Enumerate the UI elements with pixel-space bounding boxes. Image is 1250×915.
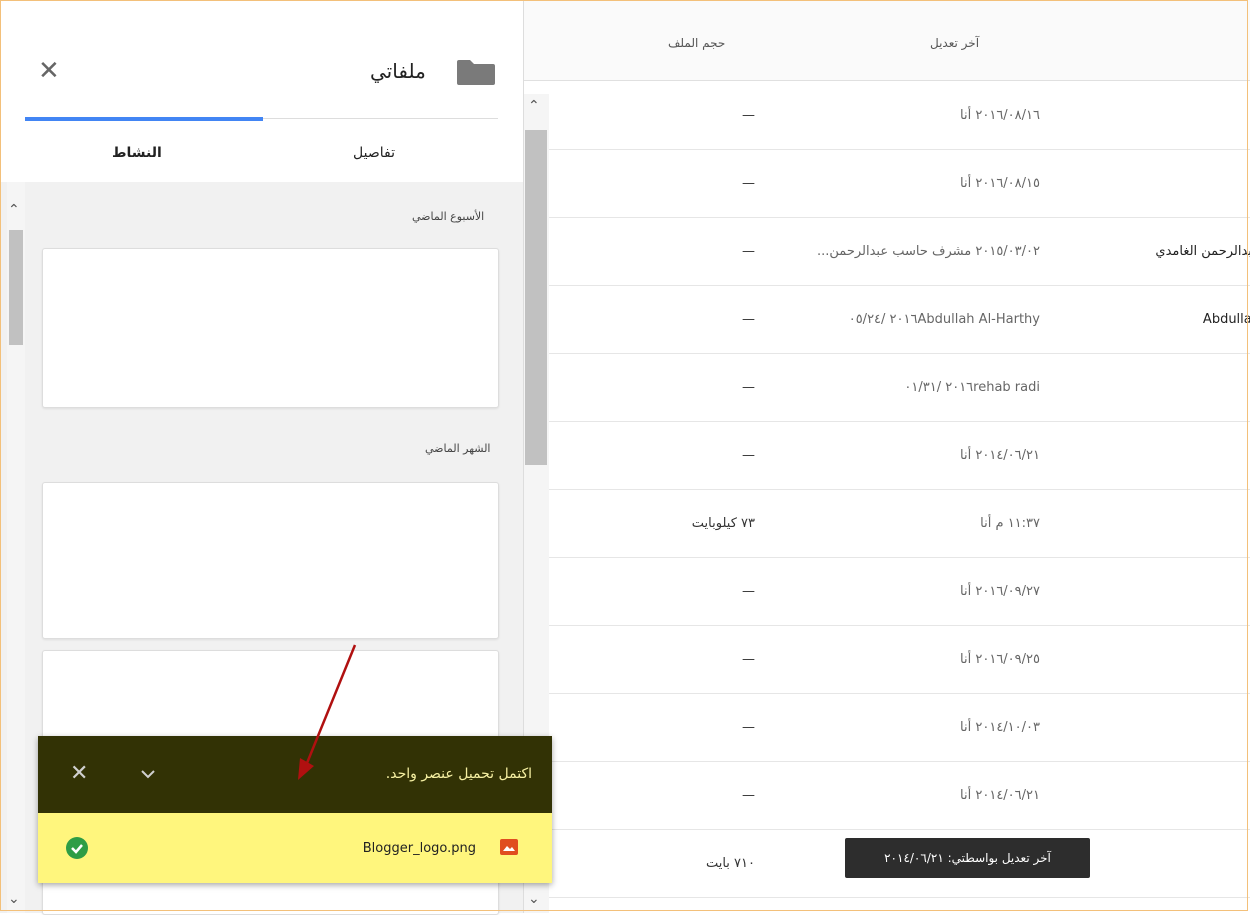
owner-cell: عبدالرحمن الغامدي: [1155, 244, 1250, 259]
file-size-cell: —: [742, 108, 755, 123]
last-modified-cell: ٢٠١٦/٠٨/١٥ أنا: [960, 176, 1040, 191]
section-label-last-week: الأسبوع الماضي: [412, 210, 485, 223]
file-size-cell: —: [742, 176, 755, 191]
scroll-up-icon[interactable]: ⌃: [528, 98, 540, 114]
scroll-down-icon[interactable]: ⌄: [528, 891, 540, 907]
last-modified-cell: ٢٠١٥/٠٣/٠٢ مشرف حاسب عبدالرحمن...: [817, 244, 1040, 259]
table-row[interactable]: ٧٣ كيلوبايت ١١:٣٧ م أنا: [523, 489, 1250, 558]
table-row[interactable]: — ٢٠١٦/٠٨/١٦ أنا: [523, 81, 1250, 150]
tab-activity[interactable]: النشاط: [112, 145, 162, 161]
list-scrollbar-thumb[interactable]: [525, 130, 547, 465]
scroll-up-icon[interactable]: ⌃: [8, 202, 20, 218]
section-label-last-month: الشهر الماضي: [425, 442, 491, 455]
table-row[interactable]: — ٢٠١٥/٠٣/٠٢ مشرف حاسب عبدالرحمن... عبدا…: [523, 217, 1250, 286]
last-modified-cell: ٢٠١٤/١٠/٠٣ أنا: [960, 720, 1040, 735]
file-size-cell: —: [742, 380, 755, 395]
header-file-size[interactable]: حجم الملف: [668, 36, 725, 50]
folder-icon: [457, 60, 495, 85]
table-row[interactable]: — ٢٠١٦rehab radi /٠١/٣١: [523, 353, 1250, 422]
table-row[interactable]: — ٢٠١٦/٠٩/٢٥ أنا: [523, 625, 1250, 694]
file-list: حجم الملف آخر تعديل — ٢٠١٦/٠٨/١٦ أنا — ٢…: [523, 0, 1250, 913]
activity-card[interactable]: [42, 482, 499, 639]
activity-card[interactable]: [42, 248, 499, 408]
table-row[interactable]: — ٢٠١٤/١٠/٠٣ أنا: [523, 693, 1250, 762]
tab-details[interactable]: تفاصيل: [353, 145, 395, 161]
file-size-cell: ٧١٠ بايت: [705, 856, 755, 871]
table-row[interactable]: — ٢٠١٤/٠٦/٢١ أنا: [523, 761, 1250, 830]
header-last-modified[interactable]: آخر تعديل: [930, 36, 979, 50]
last-modified-cell: ٢٠١٦/٠٩/٢٧ أنا: [960, 584, 1040, 599]
table-row[interactable]: — ٢٠١٤/٠٦/٢١ أنا: [523, 421, 1250, 490]
panel-title: ملفاتي: [370, 59, 426, 83]
table-row[interactable]: — ٢٠١٦Abdullah Al-Harthy /٠٥/٢٤ Abdullah: [523, 285, 1250, 354]
last-modified-cell: ١١:٣٧ م أنا: [980, 516, 1040, 531]
last-modified-cell: ٢٠١٤/٠٦/٢١ أنا: [960, 788, 1040, 803]
download-item[interactable]: Blogger_logo.png: [38, 813, 552, 883]
last-modified-cell: ٢٠١٦rehab radi /٠١/٣١: [904, 380, 1040, 395]
owner-cell: Abdullah: [1202, 312, 1250, 327]
last-modified-cell: ٢٠١٦/٠٩/٢٥ أنا: [960, 652, 1040, 667]
last-modified-cell: ٢٠١٤/٠٦/٢١ أنا: [960, 448, 1040, 463]
toast-message: اكتمل تحميل عنصر واحد.: [385, 766, 532, 782]
annotation-arrow-icon: [298, 644, 357, 780]
scroll-down-icon[interactable]: ⌄: [8, 891, 20, 907]
image-file-icon: [500, 839, 518, 855]
check-circle-icon: [66, 837, 88, 859]
file-size-cell: —: [742, 584, 755, 599]
panel-scrollbar-thumb[interactable]: [9, 230, 23, 345]
last-modified-cell: ٢٠١٦/٠٨/١٦ أنا: [960, 108, 1040, 123]
chevron-down-icon[interactable]: [138, 764, 158, 784]
file-size-cell: —: [742, 448, 755, 463]
close-icon[interactable]: ✕: [70, 761, 88, 786]
file-size-cell: —: [742, 720, 755, 735]
modified-tooltip: آخر تعديل بواسطتي: ٢٠١٤/٠٦/٢١: [845, 838, 1090, 878]
list-header: حجم الملف آخر تعديل: [523, 0, 1250, 81]
table-row[interactable]: — ٢٠١٦/٠٩/٢٧ أنا: [523, 557, 1250, 626]
active-tab-indicator: [25, 117, 263, 121]
last-modified-cell: ٢٠١٦Abdullah Al-Harthy /٠٥/٢٤: [848, 312, 1040, 327]
close-icon[interactable]: ✕: [38, 58, 60, 84]
downloaded-file-name[interactable]: Blogger_logo.png: [363, 841, 476, 856]
file-size-cell: ٧٣ كيلوبايت: [691, 516, 755, 531]
table-row[interactable]: — ٢٠١٦/٠٨/١٥ أنا: [523, 149, 1250, 218]
file-size-cell: —: [742, 312, 755, 327]
file-size-cell: —: [742, 244, 755, 259]
panel-scrollbar[interactable]: ⌃ ⌄: [7, 182, 25, 913]
file-size-cell: —: [742, 788, 755, 803]
file-size-cell: —: [742, 652, 755, 667]
